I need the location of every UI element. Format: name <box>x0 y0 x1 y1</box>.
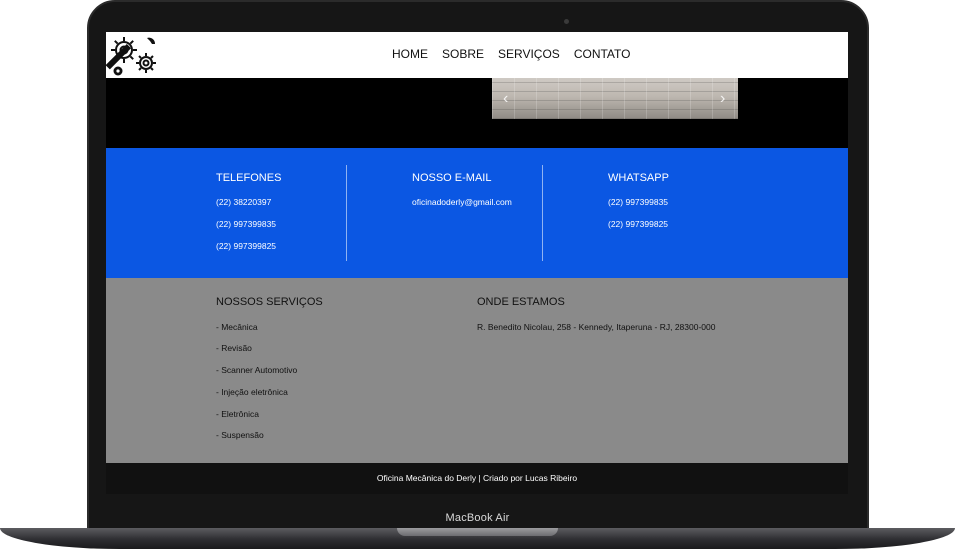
laptop-notch <box>397 528 558 536</box>
camera-icon <box>564 19 569 24</box>
nav-contato-link[interactable]: CONTATO <box>574 47 631 61</box>
phone-number: (22) 997399835 <box>216 219 277 229</box>
site-header: HOME SOBRE SERVIÇOS CONTATO <box>106 32 848 78</box>
info-band: NOSSOS SERVIÇOS - Mecânica - Revisão - S… <box>106 278 848 463</box>
carousel-image <box>492 78 738 119</box>
device-label: MacBook Air <box>445 512 510 524</box>
laptop-mockup: HOME SOBRE SERVIÇOS CONTATO ‹ › TELEFONE… <box>0 0 955 549</box>
main-navigation: HOME SOBRE SERVIÇOS CONTATO <box>392 47 631 61</box>
location-title: ONDE ESTAMOS <box>477 296 565 308</box>
phones-title: TELEFONES <box>216 172 282 184</box>
email-address[interactable]: oficinadoderly@gmail.com <box>412 197 512 207</box>
service-item: - Scanner Automotivo <box>216 365 298 375</box>
service-item: - Injeção eletrônica <box>216 387 288 397</box>
gear-wrench-logo-icon[interactable] <box>106 32 160 78</box>
phone-number: (22) 997399825 <box>216 241 277 251</box>
email-title: NOSSO E-MAIL <box>412 172 492 184</box>
nav-sobre-link[interactable]: SOBRE <box>442 47 484 61</box>
carousel-prev-arrow-icon[interactable]: ‹ <box>503 90 508 108</box>
service-item: - Eletrônica <box>216 409 259 419</box>
carousel-next-arrow-icon[interactable]: › <box>720 90 725 108</box>
nav-home-link[interactable]: HOME <box>392 47 428 61</box>
site-footer: Oficina Mecânica do Derly | Criado por L… <box>106 463 848 494</box>
location-address: R. Benedito Nicolau, 258 - Kennedy, Itap… <box>477 322 716 332</box>
column-divider <box>542 165 543 261</box>
services-title: NOSSOS SERVIÇOS <box>216 296 323 308</box>
whatsapp-number: (22) 997399825 <box>608 219 669 229</box>
image-carousel: ‹ › <box>492 78 738 119</box>
whatsapp-number: (22) 997399835 <box>608 197 669 207</box>
footer-credit: Oficina Mecânica do Derly | Criado por L… <box>376 473 578 483</box>
hero-section: ‹ › <box>106 78 848 148</box>
phone-number: (22) 38220397 <box>216 197 272 207</box>
service-item: - Suspensão <box>216 430 264 440</box>
contact-band: TELEFONES (22) 38220397 (22) 997399835 (… <box>106 148 848 278</box>
website-screen: HOME SOBRE SERVIÇOS CONTATO ‹ › TELEFONE… <box>106 32 848 494</box>
service-item: - Mecânica <box>216 322 258 332</box>
nav-servicos-link[interactable]: SERVIÇOS <box>498 47 560 61</box>
service-item: - Revisão <box>216 343 252 353</box>
whatsapp-title: WHATSAPP <box>608 172 669 184</box>
column-divider <box>346 165 347 261</box>
